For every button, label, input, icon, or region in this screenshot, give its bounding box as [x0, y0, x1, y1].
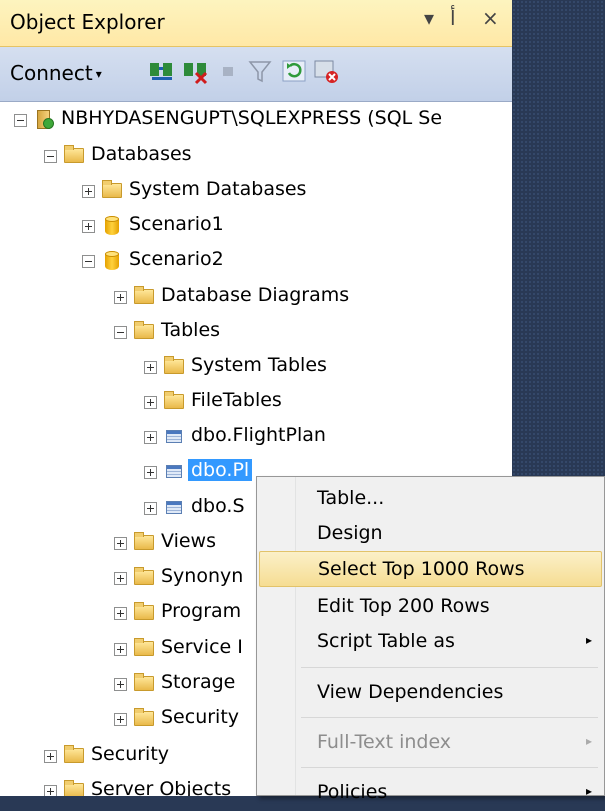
- menu-item-label: Full-Text index: [317, 731, 452, 753]
- table-icon: [164, 427, 184, 445]
- filter-icon[interactable]: [246, 57, 274, 85]
- tree-node-label: Database Diagrams: [161, 284, 350, 306]
- folder-icon: [134, 602, 154, 621]
- pushpin-icon[interactable]: أ: [450, 6, 456, 30]
- expand-icon[interactable]: [144, 502, 157, 515]
- folder-icon: [134, 673, 154, 692]
- expand-icon[interactable]: [82, 185, 95, 198]
- connect-object-explorer-icon[interactable]: [148, 57, 176, 85]
- tree-node-label: Views: [161, 530, 216, 552]
- menu-item-label: Select Top 1000 Rows: [318, 558, 525, 580]
- folder-icon: [64, 745, 84, 764]
- folder-icon: [134, 532, 154, 551]
- expand-icon[interactable]: [114, 537, 127, 550]
- window-position-dropdown-icon[interactable]: ▾: [424, 6, 434, 30]
- submenu-arrow-icon: ▸: [585, 734, 592, 748]
- expand-icon[interactable]: [114, 643, 127, 656]
- tree-node-label: Security: [161, 706, 240, 728]
- folder-icon: [134, 638, 154, 657]
- expand-icon[interactable]: [114, 607, 127, 620]
- menu-item-policies[interactable]: Policies ▸: [259, 775, 602, 811]
- folder-icon: [134, 567, 154, 586]
- table-icon: [164, 462, 184, 480]
- expand-icon[interactable]: [144, 361, 157, 374]
- menu-separator: [301, 717, 598, 718]
- stop-icon[interactable]: [214, 57, 242, 85]
- title-bar: Object Explorer ▾ أ ×: [0, 0, 512, 47]
- toolbar: Connect ▾: [0, 47, 512, 102]
- folder-icon: [164, 356, 184, 375]
- tree-node-label: Storage: [161, 671, 236, 693]
- tree-node-label: dbo.Pl: [188, 459, 253, 481]
- expand-icon[interactable]: [144, 396, 157, 409]
- chevron-down-icon: ▾: [95, 67, 102, 81]
- tree-node-label: Databases: [91, 143, 192, 165]
- tree-node-label: System Tables: [191, 354, 327, 376]
- tree-node-label: Scenario2: [129, 248, 224, 270]
- collapse-icon[interactable]: [82, 255, 95, 268]
- close-icon[interactable]: ×: [482, 6, 499, 30]
- expand-icon[interactable]: [144, 431, 157, 444]
- menu-item-select-top-1000-rows[interactable]: Select Top 1000 Rows: [259, 551, 602, 587]
- submenu-arrow-icon: ▸: [585, 633, 592, 647]
- tree-node-label: Scenario1: [129, 213, 224, 235]
- tree-node-label: Server Objects: [91, 778, 232, 796]
- expand-icon[interactable]: [82, 220, 95, 233]
- panel-title: Object Explorer: [10, 10, 165, 34]
- tree-node-label: Security: [91, 743, 170, 765]
- tree-node-label: Service I: [161, 636, 243, 658]
- context-menu: Table... Design Select Top 1000 Rows Edi…: [256, 476, 605, 803]
- connect-label: Connect: [10, 61, 93, 85]
- refresh-icon[interactable]: [280, 57, 308, 85]
- tree-node-label: dbo.S: [191, 495, 245, 517]
- tree-node-label: dbo.FlightPlan: [191, 424, 326, 446]
- connect-button[interactable]: Connect ▾: [10, 61, 102, 85]
- collapse-icon[interactable]: [114, 326, 127, 339]
- expand-icon[interactable]: [114, 713, 127, 726]
- tree-node-label: Tables: [161, 319, 221, 341]
- folder-icon: [64, 780, 84, 796]
- expand-icon[interactable]: [114, 572, 127, 585]
- tree-node-label: Program: [161, 600, 242, 622]
- menu-item-edit-top-200-rows[interactable]: Edit Top 200 Rows: [259, 589, 602, 625]
- folder-icon: [102, 180, 122, 199]
- folder-icon: [134, 321, 154, 340]
- menu-item-script-table-as[interactable]: Script Table as ▸: [259, 624, 602, 660]
- database-icon: [102, 216, 122, 235]
- menu-item-label: Policies: [317, 781, 388, 803]
- table-icon: [164, 498, 184, 516]
- menu-item-design[interactable]: Design: [259, 516, 602, 552]
- tree-node-label: FileTables: [191, 389, 282, 411]
- menu-item-label: Table...: [317, 487, 385, 509]
- menu-item-label: Design: [317, 522, 383, 544]
- server-icon: [34, 110, 54, 129]
- expand-icon[interactable]: [144, 466, 157, 479]
- expand-icon[interactable]: [114, 291, 127, 304]
- folder-icon: [134, 286, 154, 305]
- expand-icon[interactable]: [44, 750, 57, 763]
- expand-icon[interactable]: [44, 785, 57, 796]
- menu-item-label: Edit Top 200 Rows: [317, 595, 490, 617]
- menu-item-view-dependencies[interactable]: View Dependencies: [259, 675, 602, 711]
- folder-icon: [164, 391, 184, 410]
- folder-icon: [64, 145, 84, 164]
- activity-monitor-icon[interactable]: [312, 57, 340, 85]
- tree-node-label: System Databases: [129, 178, 307, 200]
- database-icon: [102, 251, 122, 270]
- collapse-icon[interactable]: [14, 114, 27, 127]
- collapse-icon[interactable]: [44, 150, 57, 163]
- menu-separator: [301, 667, 598, 668]
- folder-icon: [134, 708, 154, 727]
- menu-item-full-text-index: Full-Text index ▸: [259, 725, 602, 761]
- expand-icon[interactable]: [114, 678, 127, 691]
- menu-separator: [301, 767, 598, 768]
- menu-item-label: Script Table as: [317, 630, 455, 652]
- disconnect-icon[interactable]: [182, 57, 210, 85]
- tree-node-label: Synonyn: [161, 565, 244, 587]
- menu-item-table[interactable]: Table...: [259, 481, 602, 517]
- menu-item-label: View Dependencies: [317, 681, 504, 703]
- tree-node-label: NBHYDASENGUPT\SQLEXPRESS (SQL Se: [61, 107, 443, 129]
